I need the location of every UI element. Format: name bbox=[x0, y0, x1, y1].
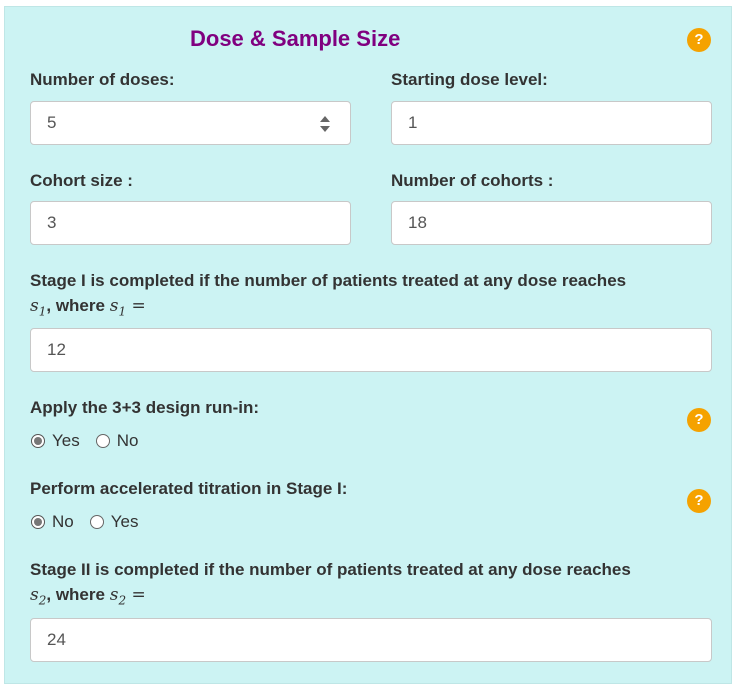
radio-unselected-icon[interactable] bbox=[89, 515, 104, 529]
up-down-arrows-icon bbox=[320, 116, 330, 132]
stage2-label: Stage II is completed if the number of p… bbox=[30, 560, 720, 607]
stage2-var: s bbox=[30, 585, 39, 605]
titration-label: Perform accelerated titration in Stage I… bbox=[30, 479, 348, 498]
stage1-input[interactable]: 12 bbox=[30, 328, 712, 372]
stage1-formula: s1, where s1 = bbox=[30, 296, 710, 318]
radio-selected-icon[interactable] bbox=[31, 434, 45, 448]
starting-dose-label: Starting dose level: bbox=[391, 70, 548, 89]
cohort-size-label: Cohort size : bbox=[30, 171, 133, 190]
number-of-cohorts-label: Number of cohorts : bbox=[391, 171, 554, 190]
runin-option-yes-label: Yes bbox=[52, 431, 80, 450]
stage2-where: , where bbox=[46, 585, 105, 604]
runin-option-no-label: No bbox=[116, 431, 139, 450]
radio-selected-icon[interactable] bbox=[31, 515, 45, 529]
help-icon[interactable]: ? bbox=[687, 489, 711, 513]
titration-radio-group: No Yes bbox=[31, 512, 154, 532]
stage1-label-text: Stage I is completed if the number of pa… bbox=[30, 271, 627, 290]
stage2-sub-2: 2 bbox=[118, 593, 127, 608]
stage1-sub-2: 1 bbox=[118, 304, 127, 319]
radio-unselected-icon[interactable] bbox=[95, 434, 110, 448]
help-icon[interactable]: ? bbox=[687, 28, 711, 52]
titration-option-yes-label: Yes bbox=[110, 512, 139, 531]
starting-dose-input[interactable]: 1 bbox=[391, 101, 712, 145]
stage2-eq: = bbox=[126, 585, 146, 605]
help-icon[interactable]: ? bbox=[687, 408, 711, 432]
number-of-doses-label: Number of doses: bbox=[30, 70, 175, 89]
stage1-var: s bbox=[30, 296, 39, 316]
stage2-label-text: Stage II is completed if the number of p… bbox=[30, 560, 631, 579]
stage2-input[interactable]: 24 bbox=[30, 618, 712, 662]
titration-option-no[interactable]: No bbox=[31, 512, 74, 532]
stage1-where: , where bbox=[46, 296, 105, 315]
runin-option-no[interactable]: No bbox=[95, 431, 139, 451]
stage1-label: Stage I is completed if the number of pa… bbox=[30, 271, 710, 318]
number-of-doses-select[interactable]: 5 bbox=[30, 101, 351, 145]
runin-label: Apply the 3+3 design run-in: bbox=[30, 398, 260, 417]
section-title: Dose & Sample Size bbox=[190, 26, 401, 51]
number-of-doses-value: 5 bbox=[47, 113, 57, 132]
runin-option-yes[interactable]: Yes bbox=[31, 431, 80, 451]
titration-option-no-label: No bbox=[52, 512, 74, 531]
stage2-formula: s2, where s2 = bbox=[30, 585, 720, 607]
number-of-cohorts-input[interactable]: 18 bbox=[391, 201, 712, 245]
cohort-size-input[interactable]: 3 bbox=[30, 201, 351, 245]
titration-option-yes[interactable]: Yes bbox=[89, 512, 139, 532]
stage1-eq: = bbox=[126, 296, 146, 316]
runin-radio-group: Yes No bbox=[31, 431, 154, 451]
